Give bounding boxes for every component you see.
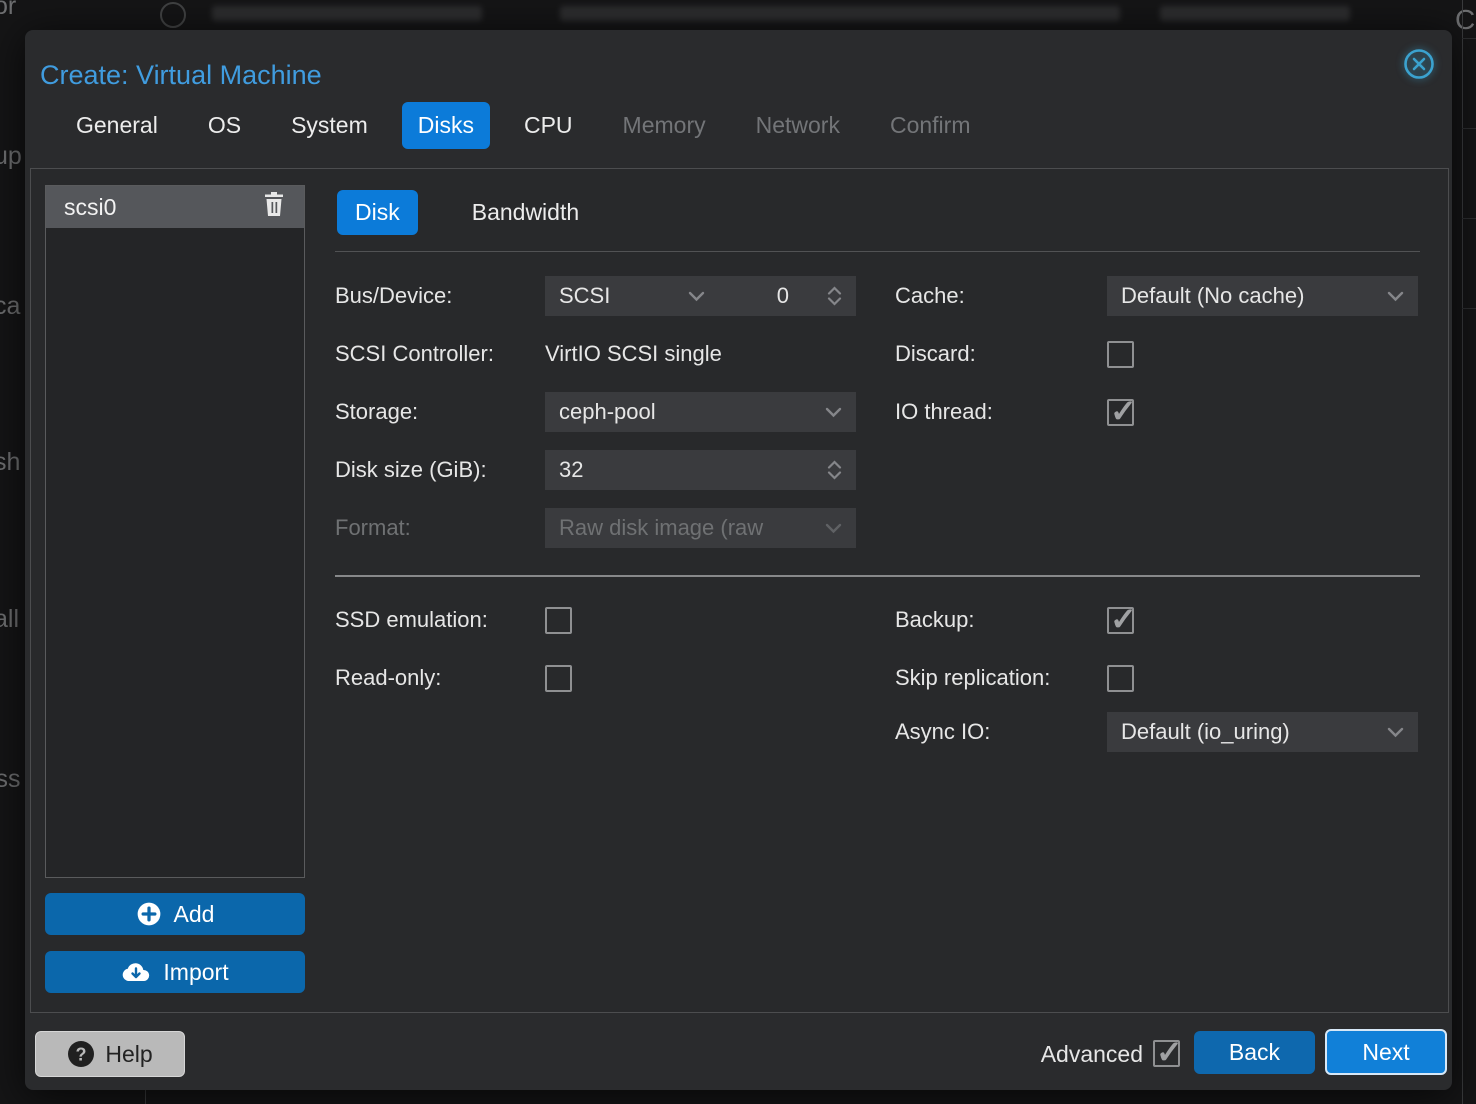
bg-grid-line xyxy=(1462,218,1476,219)
backup-label: Backup: xyxy=(895,600,975,640)
plus-circle-icon xyxy=(136,901,162,927)
next-button[interactable]: Next xyxy=(1325,1029,1447,1075)
tab-general[interactable]: General xyxy=(60,102,174,149)
import-button-label: Import xyxy=(163,959,228,986)
backup-checkbox[interactable]: ✓ xyxy=(1107,607,1134,634)
disk-size-spinner[interactable] xyxy=(827,460,842,480)
skip-replication-label: Skip replication: xyxy=(895,658,1050,698)
ssd-emulation-checkbox[interactable]: ✓ xyxy=(545,607,572,634)
disk-list-item-scsi0[interactable]: scsi0 xyxy=(46,186,304,228)
tab-os[interactable]: OS xyxy=(192,102,257,149)
help-button[interactable]: ? Help xyxy=(35,1031,185,1077)
cache-label: Cache: xyxy=(895,276,965,316)
chevron-down-icon xyxy=(825,407,842,418)
ssd-emulation-label: SSD emulation: xyxy=(335,600,488,640)
bg-blurred-text xyxy=(1160,6,1350,21)
bg-text-fragment: C xyxy=(1455,4,1475,36)
advanced-checkbox[interactable]: ✓ xyxy=(1153,1040,1180,1067)
io-thread-label: IO thread: xyxy=(895,392,993,432)
help-button-label: Help xyxy=(105,1041,152,1068)
create-vm-dialog: Create: Virtual Machine General OS Syste… xyxy=(25,30,1452,1090)
discard-checkbox[interactable]: ✓ xyxy=(1107,341,1134,368)
bg-grid-line xyxy=(1462,0,1463,1104)
import-button[interactable]: Import xyxy=(45,951,305,993)
skip-replication-checkbox[interactable]: ✓ xyxy=(1107,665,1134,692)
tab-system[interactable]: System xyxy=(275,102,384,149)
chevron-down-icon xyxy=(1387,727,1404,738)
bg-radio-circle xyxy=(160,2,186,28)
wizard-tabbar: General OS System Disks CPU Memory Netwo… xyxy=(60,102,986,149)
bg-text-fragment: up xyxy=(0,142,22,171)
bus-device-value: SCSI xyxy=(559,283,610,309)
disk-size-label: Disk size (GiB): xyxy=(335,450,487,490)
bg-blurred-text xyxy=(212,6,482,21)
bus-device-label: Bus/Device: xyxy=(335,276,452,316)
read-only-checkbox[interactable]: ✓ xyxy=(545,665,572,692)
add-button[interactable]: Add xyxy=(45,893,305,935)
svg-text:?: ? xyxy=(76,1045,87,1065)
tab-network: Network xyxy=(740,102,856,149)
bg-text-fragment: iss xyxy=(0,765,21,794)
trash-icon[interactable] xyxy=(262,191,286,223)
bg-text-fragment: or xyxy=(0,0,16,21)
chevron-down-icon xyxy=(688,291,705,302)
device-number-spinner[interactable] xyxy=(827,286,842,306)
scsi-controller-label: SCSI Controller: xyxy=(335,334,494,374)
disk-item-label: scsi0 xyxy=(64,194,116,221)
scsi-controller-value: VirtIO SCSI single xyxy=(545,334,722,374)
chevron-down-icon xyxy=(825,523,842,534)
bg-grid-line xyxy=(145,1090,146,1104)
tab-cpu[interactable]: CPU xyxy=(508,102,589,149)
disk-size-input[interactable]: 32 xyxy=(545,450,856,490)
tab-confirm: Confirm xyxy=(874,102,987,149)
bus-device-select[interactable]: SCSI 0 xyxy=(545,276,856,316)
async-io-select[interactable]: Default (io_uring) xyxy=(1107,712,1418,752)
advanced-label: Advanced xyxy=(1025,1034,1143,1074)
advanced-section-divider xyxy=(335,575,1420,577)
io-thread-checkbox[interactable]: ✓ xyxy=(1107,399,1134,426)
bg-grid-line xyxy=(1462,308,1476,309)
format-select-disabled: Raw disk image (raw xyxy=(545,508,856,548)
cache-value: Default (No cache) xyxy=(1121,283,1304,309)
cache-select[interactable]: Default (No cache) xyxy=(1107,276,1418,316)
device-number-value[interactable]: 0 xyxy=(777,283,789,309)
disk-size-value: 32 xyxy=(559,457,583,483)
async-io-value: Default (io_uring) xyxy=(1121,719,1290,745)
bg-text-fragment: ca xyxy=(0,292,20,321)
question-circle-icon: ? xyxy=(67,1040,95,1068)
format-value: Raw disk image (raw xyxy=(559,515,763,541)
chevron-down-icon xyxy=(1387,291,1404,302)
bg-grid-line xyxy=(1462,128,1476,129)
format-label: Format: xyxy=(335,508,411,548)
bg-text-fragment: all xyxy=(0,605,19,634)
disk-list-panel: scsi0 xyxy=(45,185,305,878)
add-button-label: Add xyxy=(174,901,215,928)
bg-text-fragment: sh xyxy=(0,448,20,477)
tab-disks[interactable]: Disks xyxy=(402,102,490,149)
discard-label: Discard: xyxy=(895,334,976,374)
storage-select[interactable]: ceph-pool xyxy=(545,392,856,432)
close-icon[interactable] xyxy=(1402,47,1436,81)
bg-grid-line xyxy=(1462,38,1476,39)
disk-inner-tabbar: Disk Bandwidth xyxy=(337,190,597,235)
storage-label: Storage: xyxy=(335,392,418,432)
tab-bandwidth[interactable]: Bandwidth xyxy=(454,190,597,235)
tab-memory: Memory xyxy=(607,102,722,149)
storage-value: ceph-pool xyxy=(559,399,656,425)
divider xyxy=(335,251,1420,252)
async-io-label: Async IO: xyxy=(895,712,990,752)
read-only-label: Read-only: xyxy=(335,658,441,698)
back-button[interactable]: Back xyxy=(1194,1031,1315,1074)
tab-disk[interactable]: Disk xyxy=(337,190,418,235)
bg-blurred-text xyxy=(560,6,1120,21)
cloud-download-icon xyxy=(121,960,151,984)
dialog-title: Create: Virtual Machine xyxy=(40,60,322,91)
